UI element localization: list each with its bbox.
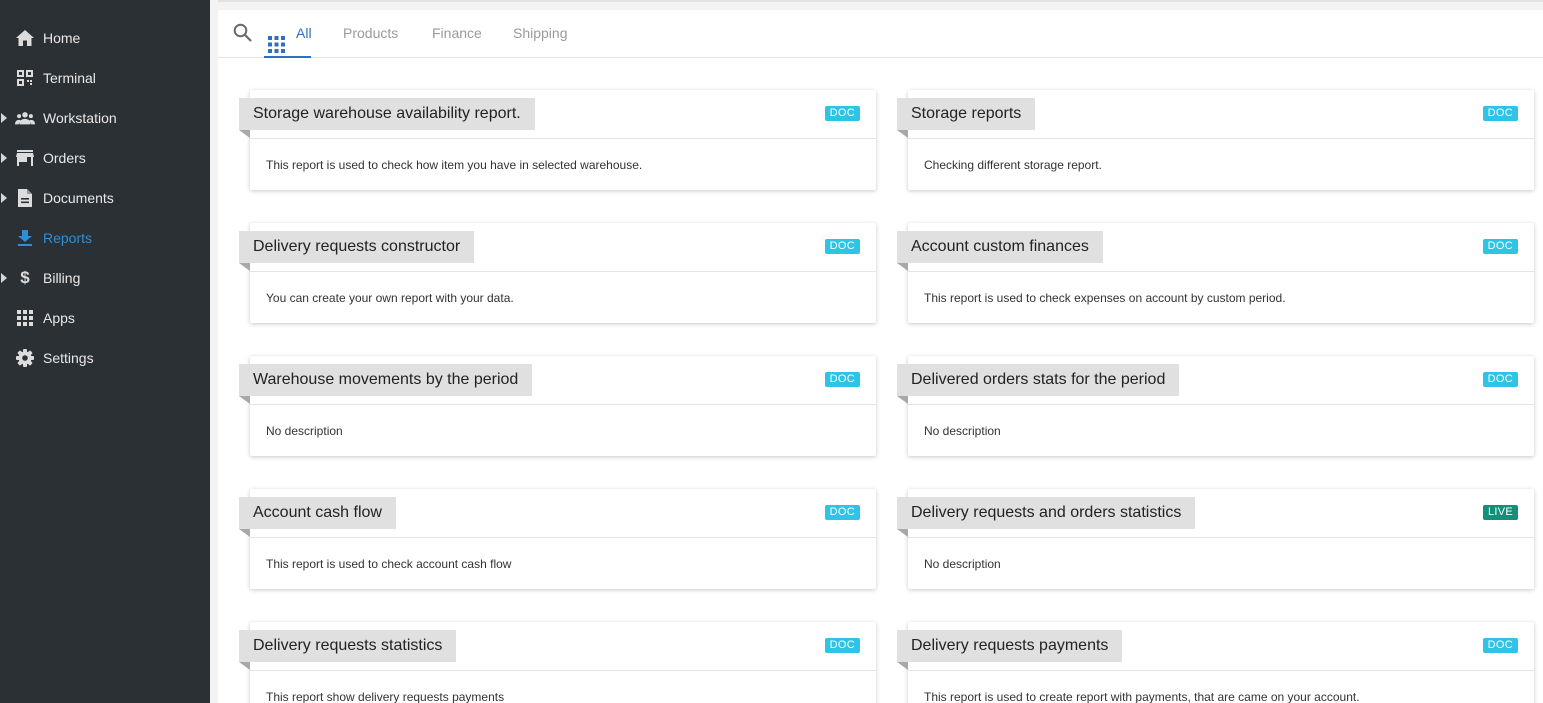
report-card[interactable]: Warehouse movements by the period DOC No… <box>239 356 876 456</box>
tab-label: Finance <box>432 25 482 41</box>
report-description: Checking different storage report. <box>924 158 1102 172</box>
store-icon <box>15 148 35 168</box>
report-title: Delivery requests statistics <box>239 630 457 670</box>
report-description: This report is used to check how item yo… <box>266 158 643 172</box>
sidebar-item-label: Billing <box>43 270 81 286</box>
sidebar-item-billing[interactable]: $ Billing <box>0 258 210 298</box>
tab-products[interactable]: Products <box>343 10 398 58</box>
sidebar-item-label: Documents <box>43 190 114 206</box>
report-card[interactable]: Delivery requests and orders statistics … <box>897 489 1534 589</box>
tab-shipping[interactable]: Shipping <box>513 10 568 58</box>
report-description: No description <box>924 557 1001 571</box>
report-card[interactable]: Delivery requests constructor DOC You ca… <box>239 223 876 323</box>
report-description: You can create your own report with your… <box>266 291 514 305</box>
expand-arrow-icon <box>1 273 7 283</box>
report-title: Storage reports <box>897 98 1036 138</box>
report-card[interactable]: Storage reports DOC Checking different s… <box>897 90 1534 190</box>
sidebar: Home Terminal Workstation Orders Documen… <box>0 0 210 703</box>
report-card[interactable]: Delivery requests statistics DOC This re… <box>239 622 876 703</box>
report-title: Warehouse movements by the period <box>239 364 533 404</box>
report-type-badge: DOC <box>824 239 860 254</box>
report-description: This report is used to create report wit… <box>924 690 1360 703</box>
divider <box>250 404 876 405</box>
report-title: Delivery requests payments <box>897 630 1123 670</box>
sidebar-item-reports[interactable]: Reports <box>0 218 210 258</box>
divider <box>250 271 876 272</box>
tab-all[interactable]: All <box>264 10 312 58</box>
top-edge <box>218 0 1543 10</box>
report-title: Delivery requests and orders statistics <box>897 497 1196 537</box>
report-card[interactable]: Storage warehouse availability report. D… <box>239 90 876 190</box>
sidebar-item-label: Terminal <box>43 70 96 86</box>
gear-icon <box>15 348 35 368</box>
sidebar-item-terminal[interactable]: Terminal <box>0 58 210 98</box>
tab-label: All <box>296 25 312 41</box>
reports-panel: All Products Finance Shipping Storage wa… <box>218 10 1543 703</box>
tab-bar: All Products Finance Shipping <box>218 10 1543 58</box>
report-type-badge: DOC <box>1482 638 1518 653</box>
report-description: No description <box>924 424 1001 438</box>
sidebar-item-apps[interactable]: Apps <box>0 298 210 338</box>
expand-arrow-icon <box>1 153 7 163</box>
tab-finance[interactable]: Finance <box>432 10 482 58</box>
sidebar-item-label: Settings <box>43 350 94 366</box>
report-title: Storage warehouse availability report. <box>239 98 535 138</box>
people-icon <box>15 108 35 128</box>
expand-arrow-icon <box>1 113 7 123</box>
report-type-badge: DOC <box>1482 239 1518 254</box>
report-type-badge: DOC <box>824 372 860 387</box>
home-icon <box>15 28 35 48</box>
divider <box>908 537 1534 538</box>
report-type-badge: DOC <box>824 106 860 121</box>
apps-grid-icon <box>15 308 35 328</box>
report-description: This report show delivery requests payme… <box>266 690 505 703</box>
report-description: This report is used to check expenses on… <box>924 291 1286 305</box>
report-type-badge: DOC <box>1482 372 1518 387</box>
report-type-badge: DOC <box>1482 106 1518 121</box>
sidebar-item-home[interactable]: Home <box>0 18 210 58</box>
report-title: Account custom finances <box>897 231 1103 271</box>
search-icon[interactable] <box>233 23 253 43</box>
report-title: Delivery requests constructor <box>239 231 475 271</box>
report-title: Account cash flow <box>239 497 396 537</box>
sidebar-item-label: Reports <box>43 230 93 246</box>
download-icon <box>15 228 35 248</box>
sidebar-item-label: Apps <box>43 310 75 326</box>
tab-label: Products <box>343 25 399 41</box>
sidebar-item-label: Orders <box>43 150 86 166</box>
divider <box>908 138 1534 139</box>
report-card[interactable]: Delivered orders stats for the period DO… <box>897 356 1534 456</box>
expand-arrow-icon <box>1 193 7 203</box>
report-card[interactable]: Account cash flow DOC This report is use… <box>239 489 876 589</box>
document-icon <box>15 188 35 208</box>
report-card[interactable]: Delivery requests payments DOC This repo… <box>897 622 1534 703</box>
report-card[interactable]: Account custom finances DOC This report … <box>897 223 1534 323</box>
sidebar-item-workstation[interactable]: Workstation <box>0 98 210 138</box>
sidebar-item-label: Home <box>43 30 81 46</box>
apps-grid-icon <box>268 25 285 53</box>
dollar-icon: $ <box>20 268 30 287</box>
divider <box>908 670 1534 671</box>
sidebar-item-label: Workstation <box>43 110 117 126</box>
qr-code-icon <box>15 68 35 88</box>
divider <box>250 537 876 538</box>
report-description: No description <box>266 424 343 438</box>
sidebar-item-settings[interactable]: Settings <box>0 338 210 378</box>
report-title: Delivered orders stats for the period <box>897 364 1180 404</box>
sidebar-item-documents[interactable]: Documents <box>0 178 210 218</box>
divider <box>908 271 1534 272</box>
divider <box>250 670 876 671</box>
report-description: This report is used to check account cas… <box>266 557 512 571</box>
sidebar-item-orders[interactable]: Orders <box>0 138 210 178</box>
tab-label: Shipping <box>513 25 568 41</box>
report-type-badge: DOC <box>824 638 860 653</box>
report-type-badge: DOC <box>824 505 860 520</box>
divider <box>908 404 1534 405</box>
report-type-badge: LIVE <box>1482 505 1518 520</box>
divider <box>250 138 876 139</box>
